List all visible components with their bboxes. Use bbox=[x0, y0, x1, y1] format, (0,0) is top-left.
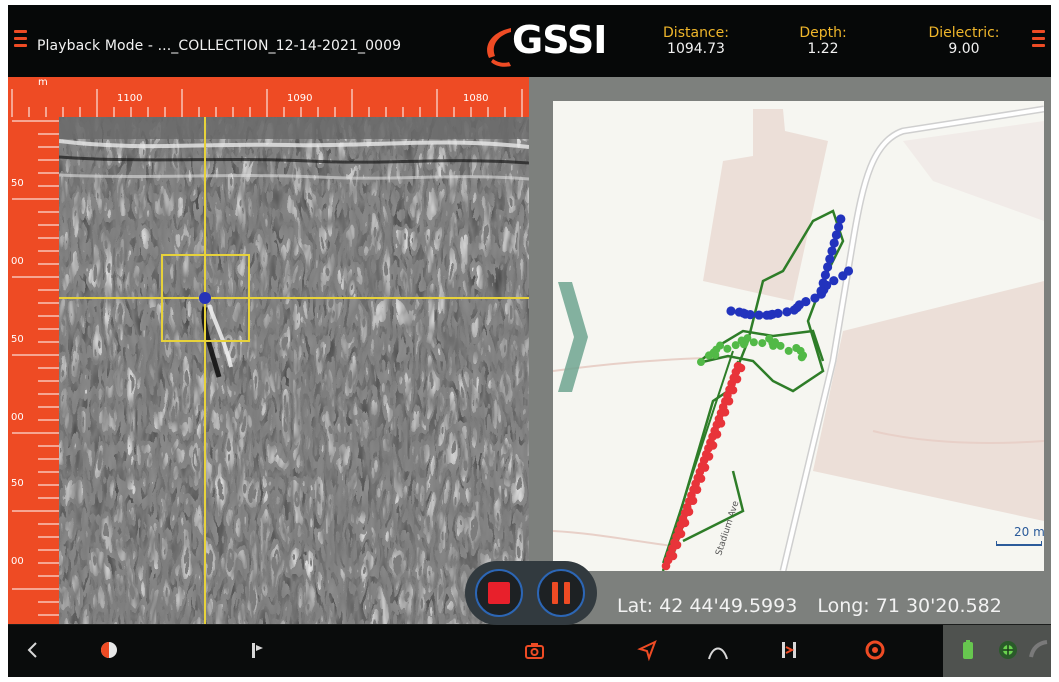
map-panel: Stadium Ave bbox=[529, 77, 1051, 624]
app-window: Playback Mode - ..._COLLECTION_12-14-202… bbox=[8, 5, 1051, 677]
vertical-crosshair[interactable] bbox=[204, 117, 206, 624]
map-tracks: Stadium Ave bbox=[553, 105, 1044, 571]
depth-label: Depth: bbox=[799, 25, 847, 41]
camera-icon[interactable] bbox=[521, 637, 547, 663]
gps-status-icon bbox=[999, 641, 1017, 659]
depth-value: 1.22 bbox=[807, 41, 839, 57]
hyperbola-icon[interactable] bbox=[705, 637, 731, 663]
playback-controls bbox=[465, 561, 597, 625]
dielectric-stat: Dielectric: 9.00 bbox=[922, 25, 1006, 57]
stop-button[interactable] bbox=[475, 569, 523, 617]
bottom-toolbar bbox=[8, 625, 1051, 677]
ruler-tick-label: 1080 bbox=[463, 93, 489, 104]
left-menu-hamburger-icon[interactable] bbox=[14, 30, 27, 47]
pause-icon bbox=[552, 582, 558, 604]
latitude-readout: Lat: 42 44'49.5993 bbox=[617, 595, 798, 617]
status-area bbox=[943, 625, 1051, 677]
depth-tick-label: 00 bbox=[11, 412, 24, 423]
scale-bar bbox=[996, 541, 1042, 546]
depth-tick-label: 50 bbox=[11, 334, 24, 345]
filter-icon[interactable] bbox=[776, 637, 802, 663]
pause-icon-bar bbox=[564, 582, 570, 604]
ruler-tick-label: 1090 bbox=[287, 93, 313, 104]
scale-label: 20 m bbox=[1014, 525, 1045, 539]
radargram-image bbox=[59, 117, 529, 624]
depth-tick-label: 50 bbox=[11, 478, 24, 489]
expand-panel-chevron-icon[interactable] bbox=[558, 282, 588, 392]
depth-tick-label: 00 bbox=[11, 256, 24, 267]
depth-ruler: 50 00 50 00 50 00 bbox=[8, 117, 59, 624]
flag-marker-icon[interactable] bbox=[244, 637, 270, 663]
contrast-icon[interactable] bbox=[96, 637, 122, 663]
distance-label: Distance: bbox=[663, 25, 729, 41]
street-label: Stadium Ave bbox=[714, 499, 741, 557]
distance-value: 1094.73 bbox=[667, 41, 725, 57]
dielectric-label: Dielectric: bbox=[928, 25, 1000, 41]
radargram-view[interactable] bbox=[59, 117, 529, 624]
horizontal-crosshair bbox=[59, 297, 529, 299]
gssi-logo: GSSI bbox=[487, 18, 627, 67]
target-marker[interactable] bbox=[199, 292, 211, 304]
right-menu-hamburger-icon[interactable] bbox=[1032, 30, 1045, 47]
ruler-ticks bbox=[11, 89, 523, 117]
gps-map[interactable]: Stadium Ave bbox=[553, 101, 1044, 571]
distance-ruler: m 1100 1090 1080 bbox=[8, 77, 529, 117]
chevron-left-icon[interactable] bbox=[20, 637, 46, 663]
gps-coordinates: Lat: 42 44'49.5993 Long: 71 30'20.582 bbox=[617, 595, 1022, 617]
battery-icon bbox=[963, 640, 973, 659]
ruler-tick-label: 1100 bbox=[117, 93, 143, 104]
stop-icon bbox=[488, 582, 510, 604]
pause-button[interactable] bbox=[537, 569, 585, 617]
depth-stat: Depth: 1.22 bbox=[790, 25, 856, 57]
depth-ruler-ticks bbox=[12, 120, 59, 616]
dielectric-value: 9.00 bbox=[948, 41, 980, 57]
logo-text: GSSI bbox=[512, 18, 607, 62]
longitude-readout: Long: 71 30'20.582 bbox=[817, 595, 1002, 617]
top-bar: Playback Mode - ..._COLLECTION_12-14-202… bbox=[8, 5, 1051, 77]
navigation-arrow-icon[interactable] bbox=[634, 637, 660, 663]
distance-stat: Distance: 1094.73 bbox=[656, 25, 736, 57]
gps-signal-icon bbox=[1029, 640, 1048, 658]
playback-title: Playback Mode - ..._COLLECTION_12-14-202… bbox=[37, 38, 402, 54]
target-icon[interactable] bbox=[862, 637, 888, 663]
depth-tick-label: 50 bbox=[11, 178, 24, 189]
depth-tick-label: 00 bbox=[11, 556, 24, 567]
